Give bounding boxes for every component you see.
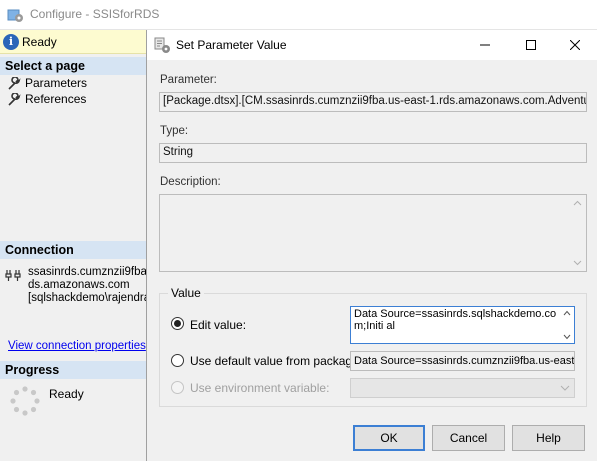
help-button[interactable]: Help [512,425,585,451]
use-environment-variable-radio [171,381,184,394]
use-default-label[interactable]: Use default value from package [190,354,359,368]
cancel-button[interactable]: Cancel [432,425,505,451]
maximize-icon [526,40,536,50]
page-item-parameters[interactable]: Parameters [8,76,87,90]
ok-button[interactable]: OK [353,425,425,451]
connection-server-line: ds.amazonaws.com [28,279,130,291]
parameter-field: [Package.dtsx].[CM.ssasinrds.cumznzii9fb… [159,92,587,112]
minimize-button[interactable] [462,30,508,60]
configure-app-icon [7,9,23,22]
page-item-label: Parameters [25,76,88,90]
info-icon: i [3,34,19,50]
value-group-label: Value [168,286,204,300]
environment-variable-combo [350,378,575,398]
edit-value-scrollbar[interactable] [560,307,574,343]
wrench-icon [8,76,21,90]
close-icon [570,40,580,50]
left-pane: i Ready Select a page Parameters Referen… [0,30,147,461]
type-label: Type: [160,125,189,137]
edit-value-text: Data Source=ssasinrds.sqlshackdemo.com;I… [354,308,557,332]
view-connection-properties-link[interactable]: View connection properties [8,340,146,352]
dialog-titlebar: Set Parameter Value [147,30,597,60]
background-window-titlebar: Configure - SSISforRDS [0,0,597,30]
connection-plug-icon [5,270,21,281]
maximize-button[interactable] [508,30,554,60]
set-parameter-value-dialog: Set Parameter Value Parameter: [Package.… [146,30,597,461]
page-item-label: References [25,92,87,106]
progress-header: Progress [0,361,147,379]
page-item-references[interactable]: References [8,92,86,106]
select-page-header: Select a page [0,57,147,75]
edit-value-label[interactable]: Edit value: [190,318,246,332]
description-field [159,194,587,272]
default-value-field: Data Source=ssasinrds.cumznzii9fba.us-ea… [350,351,575,371]
description-scrollbar[interactable] [569,195,586,271]
type-field: String [159,143,587,163]
parameter-label: Parameter: [160,74,217,86]
connection-header: Connection [0,241,147,259]
minimize-icon [480,44,490,46]
dialog-title: Set Parameter Value [176,38,287,52]
wrench-icon [8,92,21,106]
status-strip: i Ready [0,30,147,54]
background-window-title: Configure - SSISforRDS [30,7,160,21]
use-environment-variable-label: Use environment variable: [190,381,330,395]
edit-value-radio[interactable] [171,317,184,330]
progress-spinner-icon [10,386,40,416]
progress-status: Ready [49,387,84,401]
parameter-dialog-icon [154,37,170,53]
status-text: Ready [22,35,57,49]
connection-user-line: [sqlshackdemo\rajendra. [28,292,146,304]
scroll-up-icon[interactable] [563,310,571,316]
chevron-down-icon [560,385,570,391]
scroll-down-icon[interactable] [573,258,582,267]
edit-value-textbox[interactable]: Data Source=ssasinrds.sqlshackdemo.com;I… [350,306,575,344]
use-default-radio[interactable] [171,354,184,367]
scroll-up-icon[interactable] [573,199,582,208]
close-button[interactable] [552,30,597,60]
scroll-down-icon[interactable] [563,334,571,340]
connection-server-line: ssasinrds.cumznzii9fba.u [28,266,146,278]
description-label: Description: [160,176,221,188]
